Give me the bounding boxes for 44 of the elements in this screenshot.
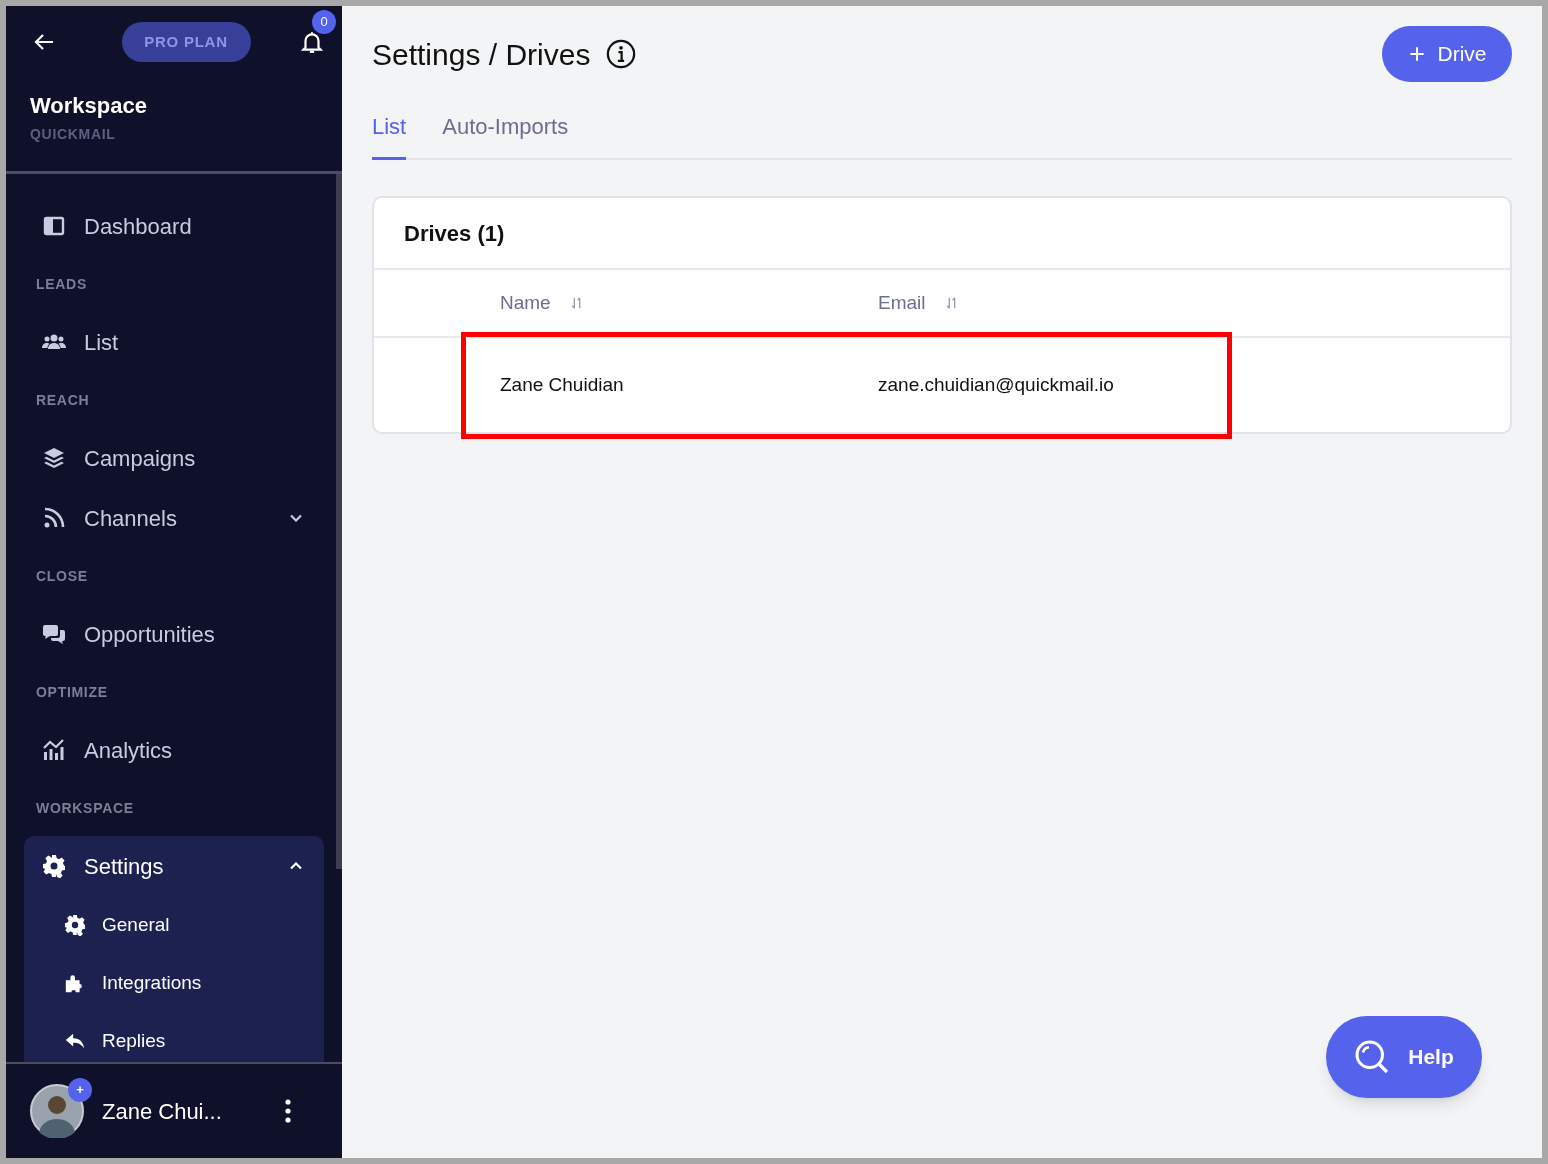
nav-item[interactable]: Campaigns xyxy=(24,428,324,488)
section-label: LEADS xyxy=(35,274,88,294)
nav-item[interactable]: Dashboard xyxy=(24,196,324,256)
settings-icon xyxy=(64,914,86,936)
page-title: Settings / Drives xyxy=(372,36,591,73)
nav-item[interactable]: Opportunities xyxy=(24,604,324,664)
notifications-button[interactable] xyxy=(299,29,325,55)
section-label: OPTIMIZE xyxy=(35,682,109,702)
add-badge: + xyxy=(68,1078,92,1102)
rss-icon xyxy=(42,506,66,530)
plan-badge: PRO PLAN xyxy=(121,22,251,62)
tab[interactable]: List xyxy=(372,110,407,160)
table-cell-text: Zane Chuidian xyxy=(500,372,625,397)
help-button[interactable]: Help xyxy=(1326,1016,1482,1098)
table-cell-text: zane.chuidian@quickmail.io xyxy=(878,372,1115,397)
nav-item[interactable]: Analytics xyxy=(24,720,324,780)
section-label: WORKSPACE xyxy=(35,798,135,818)
search-icon xyxy=(1354,1039,1391,1075)
bell-icon xyxy=(299,29,325,55)
settings-icon xyxy=(42,854,66,878)
section-label: CLOSE xyxy=(35,566,89,586)
nav-item[interactable]: Settings xyxy=(24,836,324,896)
column-header[interactable]: Name xyxy=(500,288,878,318)
layers-icon xyxy=(42,446,66,470)
nav-subitem[interactable]: General xyxy=(24,896,324,954)
layout-icon xyxy=(42,214,66,238)
info-icon xyxy=(606,39,637,69)
add-drive-button[interactable]: Drive xyxy=(1382,26,1512,82)
chart-icon xyxy=(42,738,66,762)
nav-subitem[interactable]: Replies xyxy=(24,1012,324,1062)
avatar-icon xyxy=(30,1084,84,1138)
user-name: Zane Chui... xyxy=(102,1097,223,1126)
workspace-name: Workspace xyxy=(30,92,148,120)
notification-count: 0 xyxy=(312,10,336,34)
section-label: REACH xyxy=(35,390,91,410)
nav-subitem[interactable]: Integrations xyxy=(24,954,324,1012)
nav-item[interactable]: List xyxy=(24,312,324,372)
card-title: Drives (1) xyxy=(374,198,1510,270)
workspace-subtitle: QUICKMAIL xyxy=(30,125,117,144)
chat-icon xyxy=(42,622,66,646)
nav-item[interactable]: Channels xyxy=(24,488,324,548)
more-vertical-icon xyxy=(284,1098,292,1124)
column-header[interactable]: Email xyxy=(878,288,1510,318)
tab[interactable]: Auto-Imports xyxy=(442,110,569,160)
